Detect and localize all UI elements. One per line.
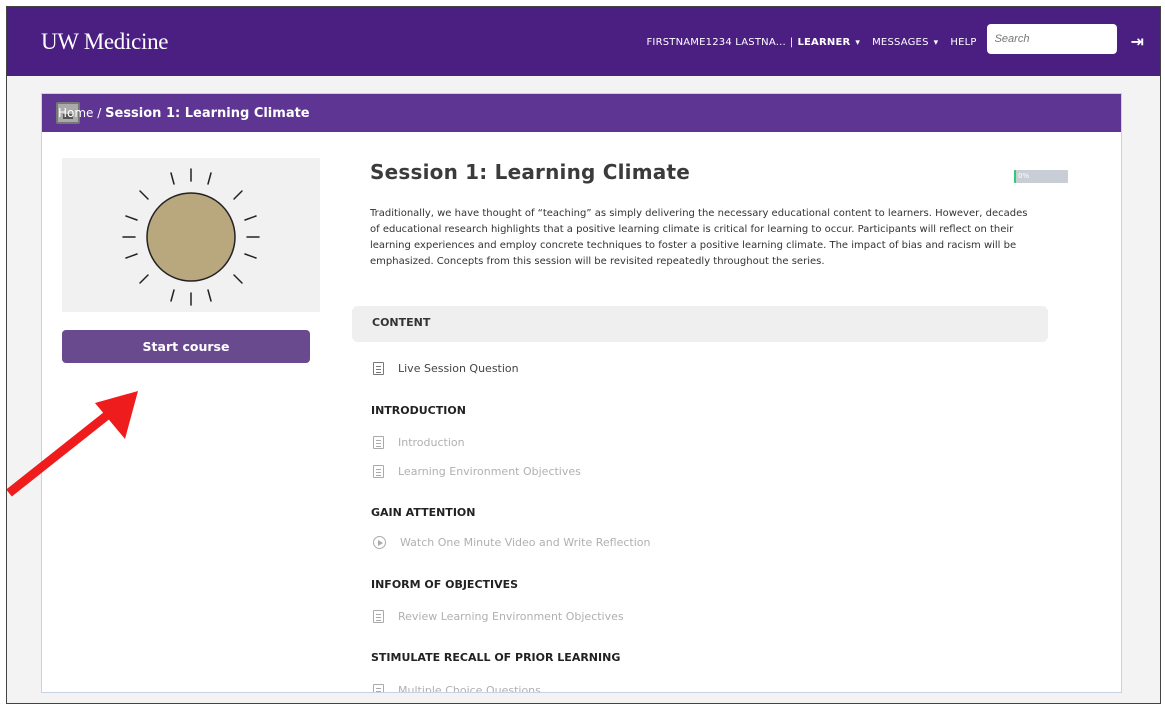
user-name-menu[interactable]: FIRSTNAME1234 LASTNA... (646, 37, 785, 48)
list-item-live-session-question[interactable]: Live Session Question (373, 362, 519, 375)
content-header: CONTENT (352, 306, 1048, 342)
document-icon (373, 610, 384, 623)
section-title: GAIN ATTENTION (371, 506, 476, 519)
list-item[interactable]: Watch One Minute Video and Write Reflect… (373, 536, 650, 549)
section-title: STIMULATE RECALL OF PRIOR LEARNING (371, 651, 621, 664)
list-item-label: Learning Environment Objectives (398, 465, 581, 478)
course-description: Traditionally, we have thought of “teach… (370, 208, 1028, 267)
list-item-label: Review Learning Environment Objectives (398, 610, 624, 623)
course-thumbnail (62, 158, 320, 312)
nav-separator: | (789, 37, 794, 48)
chevron-down-icon: ▾ (855, 38, 861, 48)
checklist-icon (373, 684, 384, 692)
document-icon (373, 465, 384, 478)
list-item[interactable]: Introduction (373, 436, 465, 449)
list-item[interactable]: Multiple Choice Questions (373, 684, 541, 693)
chevron-down-icon: ▾ (933, 38, 939, 48)
list-item-label: Introduction (398, 436, 465, 449)
start-course-button[interactable]: Start course (62, 330, 310, 363)
top-navigation-bar: UW Medicine FIRSTNAME1234 LASTNA... | LE… (7, 7, 1160, 76)
progress-label: 0% (1018, 172, 1030, 180)
breadcrumb-home-link[interactable]: Home (58, 106, 93, 120)
list-item-label: Live Session Question (398, 362, 519, 375)
list-item[interactable]: Review Learning Environment Objectives (373, 610, 624, 623)
course-title: Session 1: Learning Climate (370, 160, 690, 184)
user-nav: FIRSTNAME1234 LASTNA... | LEARNER ▾ MESSA… (646, 24, 1144, 54)
breadcrumb-separator: / (97, 106, 102, 120)
help-link[interactable]: HELP (950, 37, 976, 48)
checklist-icon (373, 362, 384, 375)
breadcrumb-bar: Home / Session 1: Learning Climate (42, 94, 1121, 132)
document-icon (373, 436, 384, 449)
breadcrumb: Home / Session 1: Learning Climate (58, 106, 310, 121)
list-item-label: Watch One Minute Video and Write Reflect… (400, 536, 651, 549)
sun-icon (122, 168, 260, 306)
play-icon (373, 536, 386, 549)
uw-medicine-logo[interactable]: UW Medicine (41, 29, 169, 55)
red-arrow-annotation (7, 391, 138, 497)
course-panel: Home / Session 1: Learning Climate Start… (41, 93, 1122, 693)
messages-menu[interactable]: MESSAGES ▾ (872, 37, 938, 48)
browser-frame: UW Medicine FIRSTNAME1234 LASTNA... | LE… (6, 6, 1161, 704)
progress-fill (1014, 170, 1017, 183)
section-title: INFORM OF OBJECTIVES (371, 578, 519, 591)
list-item[interactable]: Learning Environment Objectives (373, 465, 581, 478)
messages-label: MESSAGES (872, 37, 929, 48)
learner-role-label: LEARNER (797, 37, 851, 48)
progress-bar: 0% (1014, 170, 1068, 183)
learner-role-menu[interactable]: LEARNER ▾ (797, 37, 860, 48)
search-input[interactable] (986, 24, 1117, 54)
list-item-label: Multiple Choice Questions (398, 684, 541, 693)
section-title: INTRODUCTION (371, 404, 466, 417)
breadcrumb-current: Session 1: Learning Climate (105, 106, 310, 121)
sign-out-icon[interactable]: ⇥ (1131, 32, 1144, 51)
